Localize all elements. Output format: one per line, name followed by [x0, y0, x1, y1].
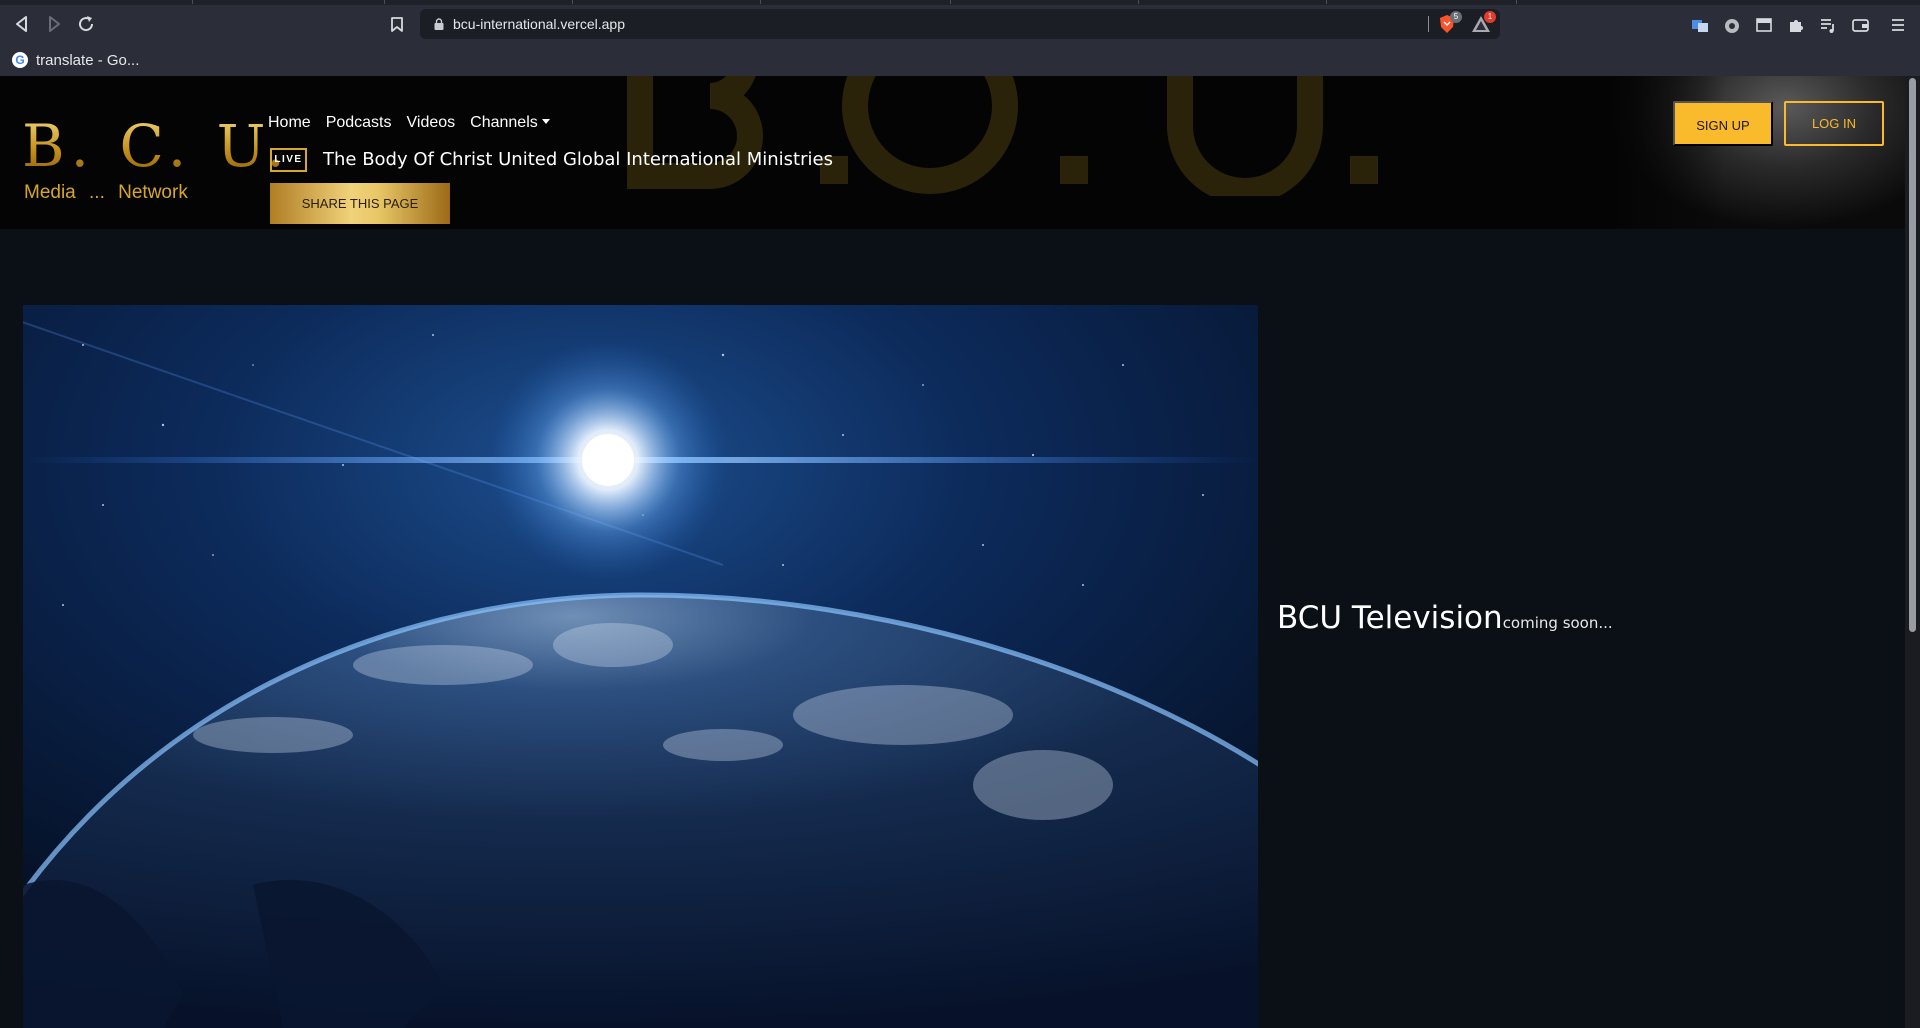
- tab-strip: [0, 0, 1920, 5]
- nav-home-link[interactable]: Home: [268, 111, 311, 135]
- chevron-down-icon: [541, 119, 550, 124]
- header-portrait-image: [1605, 76, 1905, 229]
- bcu-television-heading: BCU Televisioncoming soon...: [1277, 600, 1613, 636]
- logo-wordmark: B. C. U.: [22, 112, 291, 180]
- page-scrollbar[interactable]: [1905, 76, 1920, 1028]
- playlist-icon: [1821, 19, 1834, 33]
- brave-rewards-button[interactable]: 1: [1470, 11, 1496, 35]
- reload-button[interactable]: [73, 11, 99, 37]
- address-bar[interactable]: bcu-international.vercel.app 5 1: [420, 9, 1500, 39]
- forward-icon: [49, 16, 60, 32]
- puzzle-icon: [1790, 20, 1803, 32]
- scrollbar-thumb[interactable]: [1909, 78, 1916, 632]
- rewards-count-badge: 1: [1484, 11, 1496, 23]
- bookmark-label: translate - Go...: [36, 51, 140, 69]
- wallet-button[interactable]: [1850, 15, 1870, 35]
- browser-menu-button[interactable]: [1888, 15, 1908, 35]
- bookmark-translate[interactable]: G translate - Go...: [12, 47, 139, 73]
- bookmark-icon: [391, 17, 403, 32]
- address-bar-divider: [1428, 16, 1429, 32]
- main-navigation: Home Podcasts Videos Channels: [268, 111, 565, 135]
- hamburger-menu-icon: [1892, 19, 1904, 31]
- logo-tagline: Media ... Network: [24, 182, 188, 203]
- back-icon: [16, 16, 27, 32]
- nav-channels-dropdown[interactable]: Channels: [470, 111, 550, 135]
- share-page-button[interactable]: SHARE THIS PAGE: [270, 183, 450, 224]
- wallet-icon: [1852, 19, 1869, 32]
- nav-channels-label: Channels: [470, 114, 538, 131]
- log-in-button[interactable]: LOG IN: [1784, 101, 1884, 146]
- hero-earth-image: [23, 305, 1258, 1028]
- sign-up-button[interactable]: SIGN UP: [1673, 101, 1773, 146]
- extension-translate-button[interactable]: [1690, 15, 1710, 35]
- web-page: B. C. U. Media ... Network Home Podcasts…: [0, 76, 1905, 1028]
- site-logo[interactable]: B. C. U. Media ... Network: [22, 114, 285, 214]
- lock-icon: [434, 18, 444, 30]
- sidebar-toggle-button[interactable]: [1754, 15, 1774, 35]
- url-text[interactable]: bcu-international.vercel.app: [453, 9, 625, 39]
- browser-toolbar: bcu-international.vercel.app 5 1: [0, 6, 1920, 42]
- site-header: B. C. U. Media ... Network Home Podcasts…: [0, 76, 1905, 229]
- extension-lion-button[interactable]: [1722, 15, 1742, 35]
- shields-count-badge: 5: [1450, 11, 1462, 23]
- translate-extension-icon: [1692, 20, 1708, 32]
- brave-shields-button[interactable]: 5: [1436, 11, 1462, 35]
- lion-extension-icon: [1725, 19, 1739, 33]
- back-button[interactable]: [9, 11, 35, 37]
- ministry-title: The Body Of Christ United Global Interna…: [323, 149, 833, 170]
- reload-icon: [79, 16, 94, 32]
- sidebar-icon: [1756, 18, 1772, 32]
- nav-videos-link[interactable]: Videos: [407, 111, 456, 135]
- google-icon: G: [12, 52, 28, 68]
- bookmark-page-button[interactable]: [386, 11, 408, 37]
- extensions-button[interactable]: [1786, 15, 1806, 35]
- nav-podcasts-link[interactable]: Podcasts: [326, 111, 392, 135]
- tv-subtitle: coming soon...: [1502, 614, 1613, 632]
- bookmarks-bar: G translate - Go...: [0, 44, 1920, 76]
- live-badge: LIVE: [270, 148, 307, 172]
- forward-button[interactable]: [41, 11, 67, 37]
- earth-sunrise-illustration: [23, 305, 1258, 1028]
- browser-chrome: bcu-international.vercel.app 5 1 G trans…: [0, 0, 1920, 76]
- tv-title: BCU Television: [1277, 600, 1503, 636]
- media-controls-button[interactable]: [1818, 15, 1838, 35]
